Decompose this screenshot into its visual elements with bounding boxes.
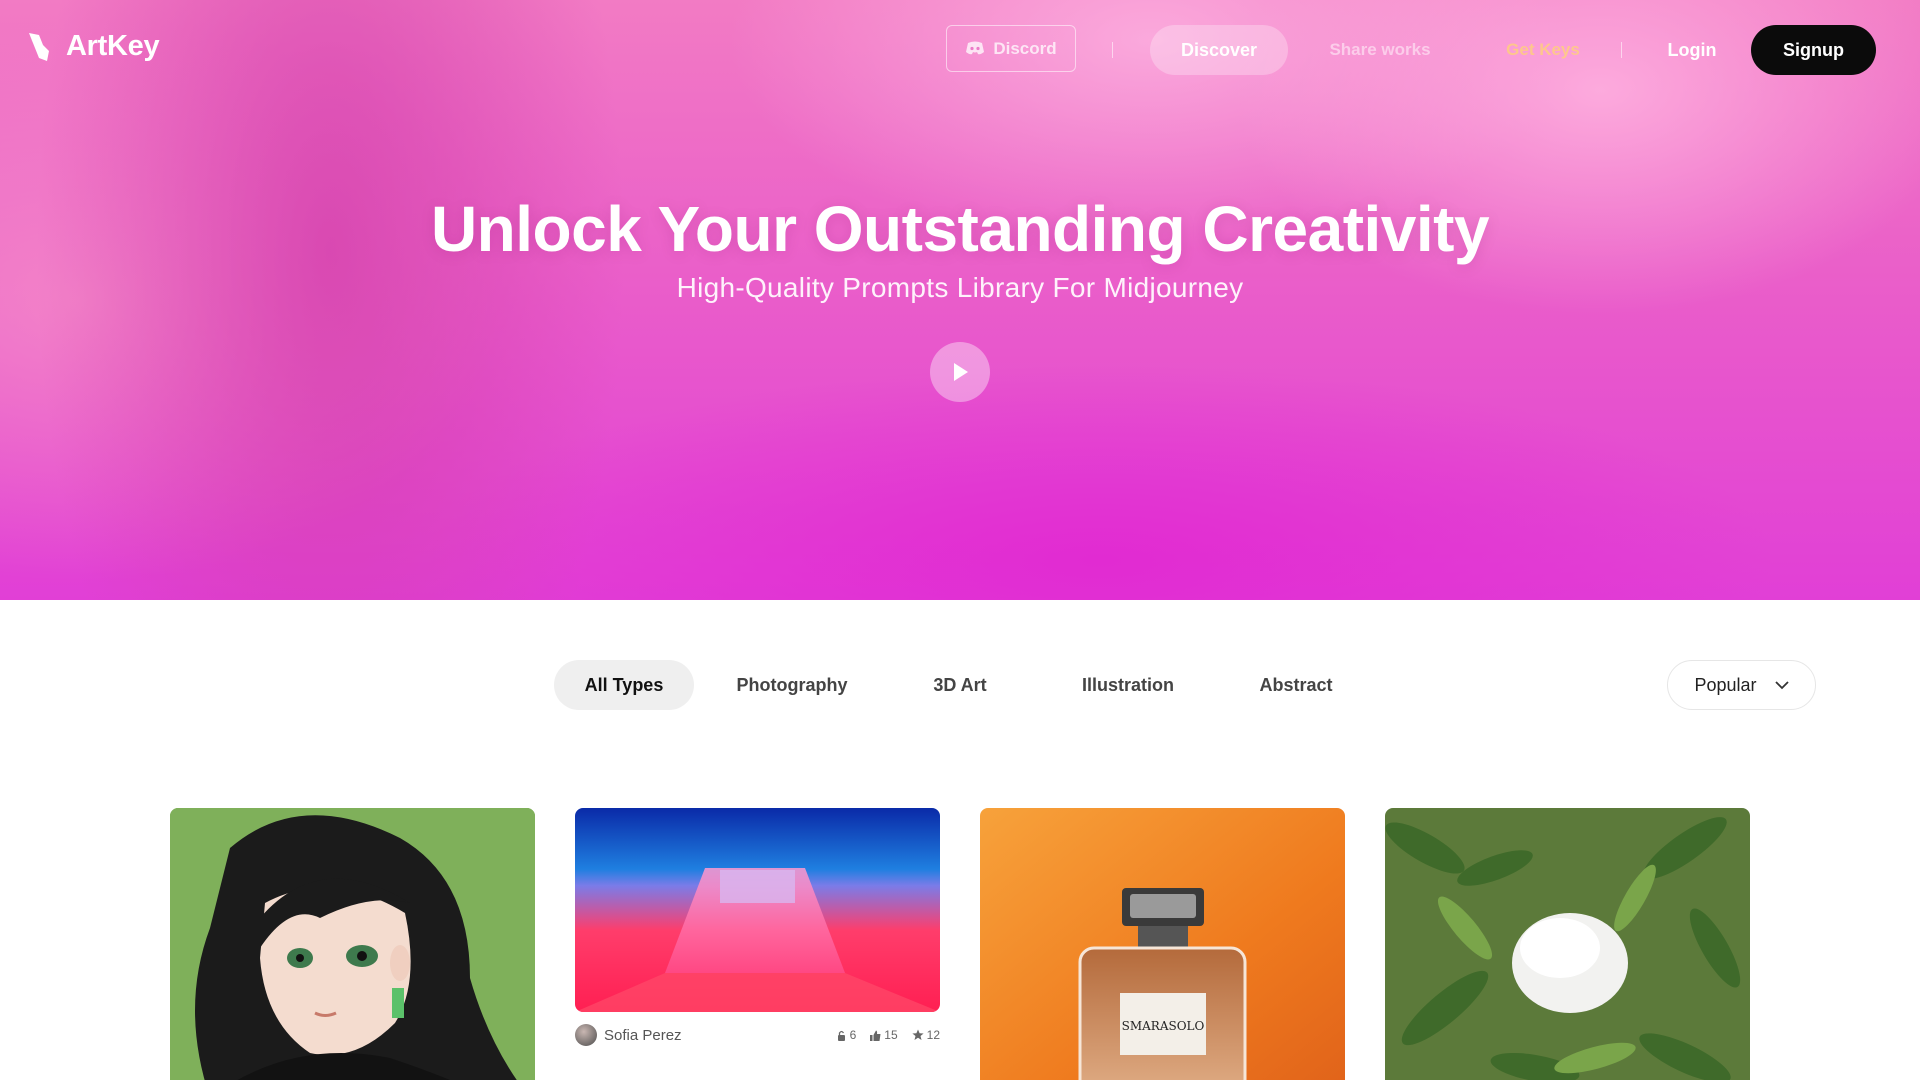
perfume-label: SMARASOLO bbox=[1122, 1019, 1205, 1033]
signup-button[interactable]: Signup bbox=[1751, 25, 1876, 75]
nav-divider bbox=[1112, 42, 1113, 58]
neon-corridor-image bbox=[575, 808, 940, 1012]
avatar bbox=[575, 1024, 597, 1046]
anime-portrait-image bbox=[170, 808, 535, 1080]
chevron-down-icon bbox=[1774, 680, 1789, 689]
hero-section: ArtKey Discord Discover Share works Get … bbox=[0, 0, 1920, 600]
hero-title: Unlock Your Outstanding Creativity bbox=[430, 193, 1490, 265]
login-link[interactable]: Login bbox=[1650, 25, 1734, 75]
tab-3d-art[interactable]: 3D Art bbox=[900, 660, 1020, 710]
play-video-button[interactable] bbox=[930, 342, 990, 402]
share-works-link[interactable]: Share works bbox=[1290, 25, 1470, 75]
artwork-image[interactable] bbox=[170, 808, 535, 1080]
artwork-image[interactable]: SMARASOLO bbox=[980, 808, 1345, 1080]
play-icon bbox=[954, 363, 968, 381]
discord-label: Discord bbox=[993, 38, 1057, 58]
get-keys-link[interactable]: Get Keys bbox=[1478, 25, 1608, 75]
perfume-bottle-image: SMARASOLO bbox=[980, 808, 1345, 1080]
stars-stat[interactable]: 12 bbox=[912, 1028, 940, 1042]
likes-count: 15 bbox=[884, 1028, 898, 1042]
keys-count: 6 bbox=[849, 1028, 857, 1042]
top-nav: Discord Discover Share works Get Keys Lo… bbox=[0, 25, 1920, 75]
gallery-card[interactable] bbox=[1385, 808, 1750, 1080]
key-icon bbox=[837, 1030, 845, 1041]
discord-icon bbox=[966, 41, 985, 55]
keys-stat: 6 bbox=[836, 1028, 857, 1042]
category-filter-bar: All Types Photography 3D Art Illustratio… bbox=[0, 660, 1920, 710]
author-name: Sofia Perez bbox=[604, 1026, 682, 1044]
tab-all-types[interactable]: All Types bbox=[554, 660, 694, 710]
author-info[interactable]: Sofia Perez bbox=[575, 1024, 682, 1046]
discord-button[interactable]: Discord bbox=[946, 25, 1076, 72]
likes-stat[interactable]: 15 bbox=[870, 1028, 898, 1042]
tab-abstract[interactable]: Abstract bbox=[1236, 660, 1356, 710]
sort-dropdown[interactable]: Popular bbox=[1667, 660, 1816, 710]
artwork-image[interactable] bbox=[1385, 808, 1750, 1080]
artwork-image[interactable] bbox=[575, 808, 940, 1012]
discover-button[interactable]: Discover bbox=[1150, 25, 1288, 75]
card-stats: 6 15 12 bbox=[836, 1028, 940, 1042]
card-meta: Sofia Perez 6 15 12 bbox=[575, 1022, 940, 1048]
hero-subtitle: High-Quality Prompts Library For Midjour… bbox=[676, 272, 1244, 303]
nav-divider bbox=[1621, 42, 1622, 58]
thumbs-up-icon bbox=[870, 1030, 881, 1041]
sort-value: Popular bbox=[1694, 674, 1757, 695]
stars-count: 12 bbox=[926, 1028, 940, 1042]
leaves-product-image bbox=[1385, 808, 1750, 1080]
gallery-card[interactable]: Sofia Perez 6 15 12 bbox=[575, 808, 940, 1048]
gallery-card[interactable] bbox=[170, 808, 535, 1080]
tab-photography[interactable]: Photography bbox=[722, 660, 862, 710]
star-icon bbox=[912, 1029, 924, 1040]
tab-illustration[interactable]: Illustration bbox=[1058, 660, 1198, 710]
gallery-card[interactable]: SMARASOLO bbox=[980, 808, 1345, 1080]
